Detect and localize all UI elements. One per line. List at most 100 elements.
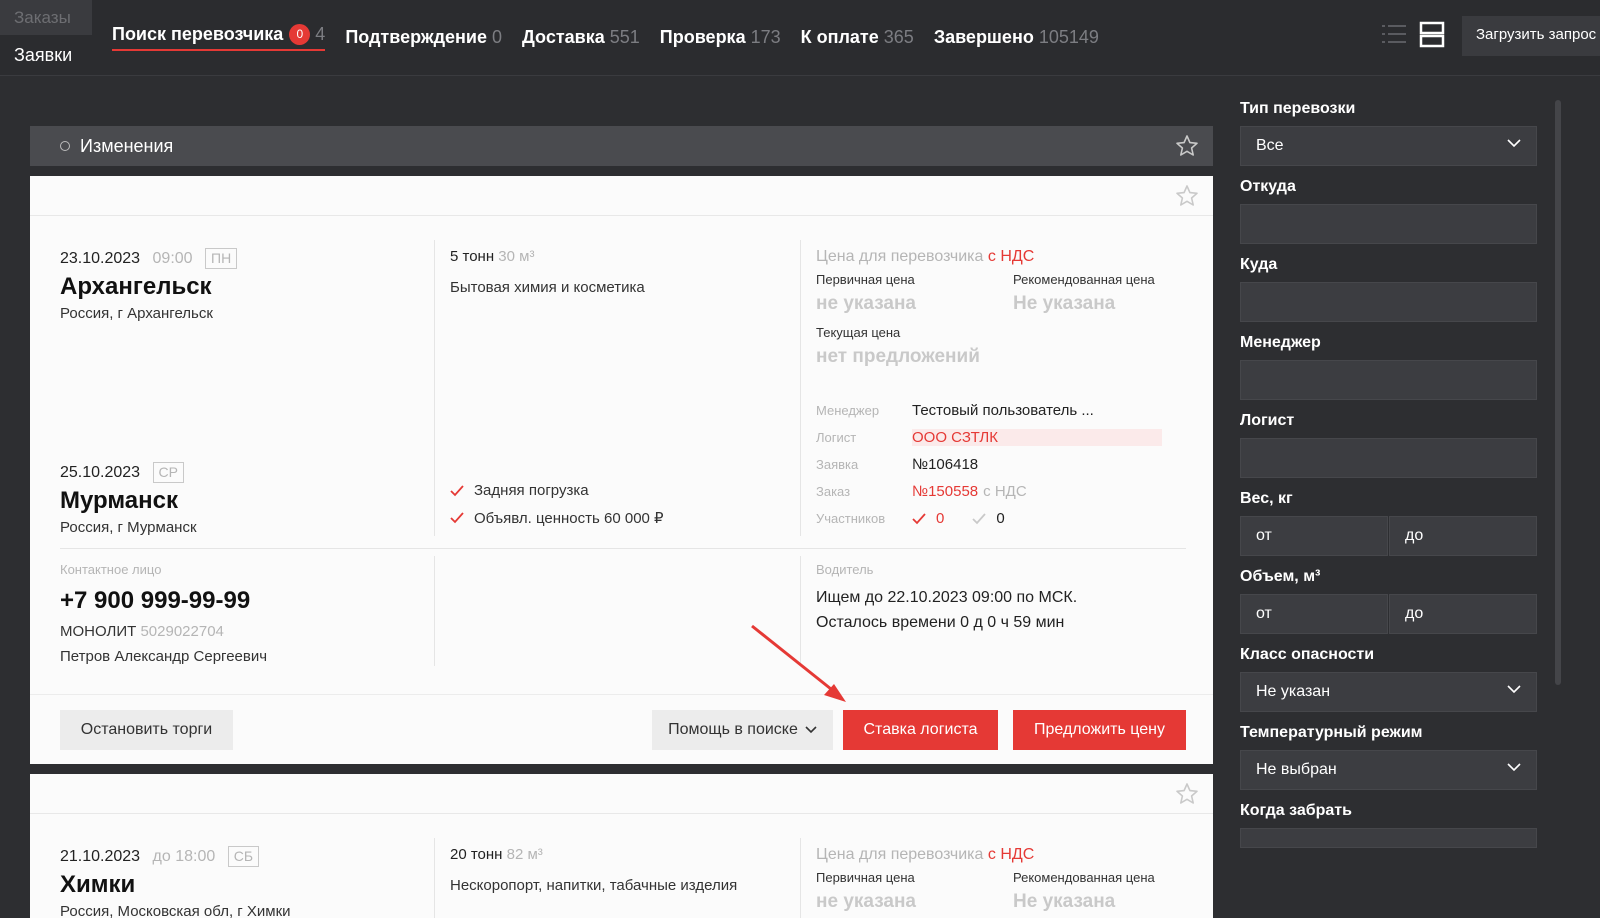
offer-price-button[interactable]: Предложить цену — [1013, 710, 1186, 750]
check-icon — [450, 484, 464, 496]
tab-delivery[interactable]: Доставка 551 — [522, 24, 640, 51]
price-title: Цена для перевозчика — [816, 846, 984, 863]
select-value: Не выбран — [1256, 761, 1337, 778]
volume-to-input[interactable]: до — [1389, 594, 1537, 634]
tab-label: Доставка — [522, 27, 605, 47]
participants-count-a: 0 — [936, 510, 945, 527]
list-view-icon[interactable] — [1380, 20, 1408, 48]
company-inn: 5029022704 — [140, 623, 224, 640]
vat-label: с НДС — [987, 846, 1035, 863]
nav-requests[interactable]: Заявки — [14, 45, 72, 66]
logist-bid-button[interactable]: Ставка логиста — [843, 710, 998, 750]
temperature-select[interactable]: Не выбран — [1240, 750, 1537, 790]
weekday-badge: СР — [152, 462, 184, 483]
placeholder: от — [1256, 527, 1272, 544]
star-icon[interactable] — [1175, 184, 1199, 208]
select-value: Не указан — [1256, 683, 1331, 700]
tab-count: 4 — [315, 24, 326, 44]
placeholder: до — [1405, 605, 1424, 622]
logist-input[interactable] — [1240, 438, 1537, 478]
chevron-down-icon — [1507, 763, 1521, 772]
order-card: 21.10.2023 до 18:00 СБ Химки Россия, Мос… — [30, 774, 1213, 918]
recommended-price-label: Рекомендованная цена — [1013, 272, 1155, 287]
stop-bidding-button[interactable]: Остановить торги — [60, 710, 233, 750]
tab-count: 0 — [492, 27, 503, 47]
participants-count-b: 0 — [996, 510, 1005, 527]
to-input[interactable] — [1240, 282, 1537, 322]
tab-count: 365 — [883, 27, 914, 47]
from-input[interactable] — [1240, 204, 1537, 244]
manager-value: Тестовый пользователь ... — [912, 402, 1094, 419]
cargo-volume: 82 м³ — [506, 846, 543, 863]
filter-label: Объем, м³ — [1240, 568, 1321, 585]
tab-check[interactable]: Проверка 173 — [660, 24, 781, 51]
price-block: Цена для перевозчика с НДС Первичная цен… — [816, 248, 1186, 368]
tab-completed[interactable]: Завершено 105149 — [934, 24, 1099, 51]
star-icon[interactable] — [1175, 782, 1199, 806]
participants-label: Участников — [816, 511, 886, 526]
cargo-info: 20 тонн 82 м³ Нескоропорт, напитки, таба… — [450, 846, 790, 894]
tab-confirmation[interactable]: Подтверждение 0 — [345, 24, 502, 51]
volume-from-input[interactable]: от — [1240, 594, 1388, 634]
cargo-weight: 5 тонн — [450, 248, 495, 265]
order-label: Заказ — [816, 484, 851, 499]
logist-value[interactable]: ООО СЗТЛК — [912, 429, 1162, 446]
tab-count: 551 — [609, 27, 640, 47]
nav-orders[interactable]: Заказы — [0, 0, 92, 35]
contact-block: Контактное лицо +7 900 999-99-99 МОНОЛИТ… — [60, 562, 430, 665]
star-icon[interactable] — [1175, 134, 1199, 158]
recommended-price-value: Не указана — [1013, 891, 1116, 912]
tab-count: 173 — [750, 27, 781, 47]
divider — [60, 548, 1186, 549]
feature-label: Задняя погрузка — [474, 482, 589, 499]
card-header — [30, 774, 1213, 814]
tab-label: Поиск перевозчика — [112, 24, 284, 44]
hazard-class-select[interactable]: Не указан — [1240, 672, 1537, 712]
manager-input[interactable] — [1240, 360, 1537, 400]
order-card: 23.10.2023 09:00 ПН Архангельск Россия, … — [30, 176, 1213, 764]
time-remaining: Осталось времени 0 д 0 ч 59 мин — [816, 614, 1065, 631]
notification-badge: 0 — [289, 24, 311, 45]
tab-label: Проверка — [659, 27, 746, 47]
changes-bar[interactable]: Изменения — [30, 126, 1213, 166]
weight-from-input[interactable]: от — [1240, 516, 1388, 556]
feature-item: Задняя погрузка — [450, 482, 790, 499]
filter-scrollbar[interactable] — [1555, 100, 1561, 685]
tab-payment[interactable]: К оплате 365 — [801, 24, 914, 51]
cargo-description: Бытовая химия и косметика — [450, 279, 645, 296]
order-link[interactable]: №150558 — [912, 483, 978, 500]
placeholder: от — [1256, 605, 1272, 622]
upload-request-button[interactable]: Загрузить запрос — [1462, 16, 1600, 56]
status-tabs: Поиск перевозчика 0 4 Подтверждение 0 До… — [112, 24, 1119, 51]
pickup-date-input[interactable] — [1240, 828, 1537, 848]
filter-label: Куда — [1240, 256, 1278, 273]
vat-label: с НДС — [987, 248, 1035, 265]
card-header — [30, 176, 1213, 216]
search-help-label: Помощь в поиске — [668, 721, 798, 738]
card-view-icon[interactable] — [1418, 20, 1446, 48]
primary-price-label: Первичная цена — [816, 870, 915, 885]
primary-price-value: не указана — [816, 293, 917, 314]
tab-carrier-search[interactable]: Поиск перевозчика 0 4 — [112, 24, 326, 51]
request-value: №106418 — [912, 456, 979, 473]
weight-to-input[interactable]: до — [1389, 516, 1537, 556]
contact-phone[interactable]: +7 900 999-99-99 — [60, 587, 430, 615]
search-help-dropdown[interactable]: Помощь в поиске — [652, 710, 833, 750]
weekday-badge: СБ — [227, 846, 260, 867]
current-price-label: Текущая цена — [816, 325, 901, 340]
cargo-weight: 20 тонн — [450, 846, 503, 863]
chevron-down-icon — [1507, 139, 1521, 148]
select-value: Все — [1256, 137, 1284, 154]
divider — [434, 556, 435, 666]
primary-price-label: Первичная цена — [816, 272, 915, 287]
filter-label: Когда забрать — [1240, 802, 1352, 819]
cargo-description: Нескоропорт, напитки, табачные изделия — [450, 877, 738, 894]
transport-type-select[interactable]: Все — [1240, 126, 1537, 166]
contact-label: Контактное лицо — [60, 562, 162, 577]
tab-label: К оплате — [800, 27, 879, 47]
destination-address: Россия, г Мурманск — [60, 519, 197, 536]
recommended-price-value: Не указана — [1013, 293, 1116, 314]
pickup-date: 21.10.2023 — [60, 848, 141, 865]
origin-address: Россия, г Архангельск — [60, 305, 213, 322]
filter-panel: Тип перевозки Все Откуда Куда Менеджер Л… — [1240, 100, 1540, 860]
